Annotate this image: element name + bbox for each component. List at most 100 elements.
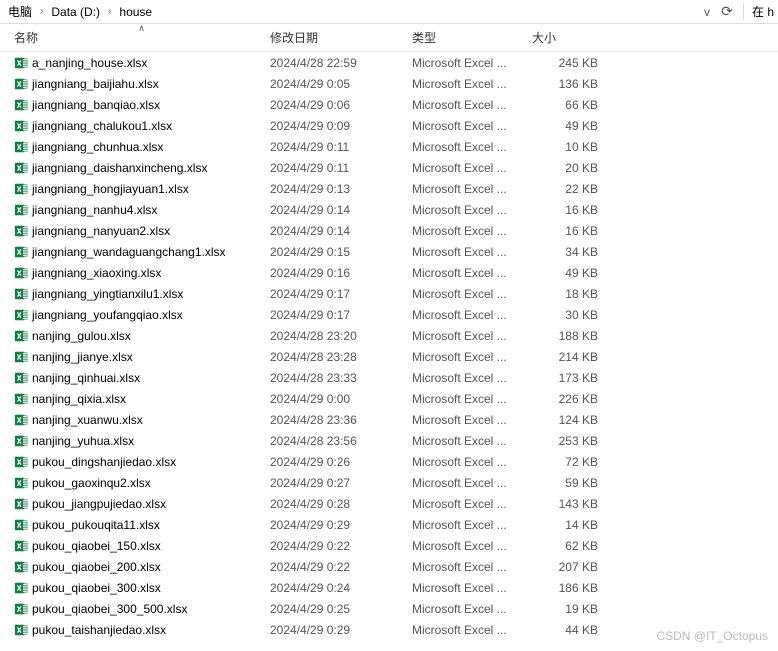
file-row[interactable]: jiangniang_nanyuan2.xlsx2024/4/29 0:14Mi…: [0, 220, 778, 241]
file-row[interactable]: nanjing_gulou.xlsx2024/4/28 23:20Microso…: [0, 325, 778, 346]
file-row[interactable]: jiangniang_chunhua.xlsx2024/4/29 0:11Mic…: [0, 136, 778, 157]
file-name-cell: a_nanjing_house.xlsx: [14, 56, 270, 70]
file-row[interactable]: jiangniang_xiaoxing.xlsx2024/4/29 0:16Mi…: [0, 262, 778, 283]
file-row[interactable]: pukou_qiaobei_300.xlsx2024/4/29 0:24Micr…: [0, 577, 778, 598]
file-name-cell: pukou_dingshanjiedao.xlsx: [14, 455, 270, 469]
file-row[interactable]: jiangniang_nanhu4.xlsx2024/4/29 0:14Micr…: [0, 199, 778, 220]
file-row[interactable]: nanjing_qinhuai.xlsx2024/4/28 23:33Micro…: [0, 367, 778, 388]
file-type-cell: Microsoft Excel ...: [412, 581, 532, 595]
xlsx-icon: [14, 56, 28, 70]
chevron-right-icon[interactable]: ›: [104, 6, 115, 17]
xlsx-icon: [14, 455, 28, 469]
file-name-cell: pukou_taishanjiedao.xlsx: [14, 623, 270, 637]
file-date-cell: 2024/4/29 0:28: [270, 497, 412, 511]
file-name-cell: jiangniang_banqiao.xlsx: [14, 98, 270, 112]
breadcrumb-item[interactable]: Data (D:): [47, 5, 104, 19]
file-row[interactable]: nanjing_qixia.xlsx2024/4/29 0:00Microsof…: [0, 388, 778, 409]
file-type-cell: Microsoft Excel ...: [412, 98, 532, 112]
column-header-name[interactable]: 名称 ∧: [14, 24, 270, 51]
file-row[interactable]: jiangniang_hongjiayuan1.xlsx2024/4/29 0:…: [0, 178, 778, 199]
file-type-cell: Microsoft Excel ...: [412, 77, 532, 91]
file-date-cell: 2024/4/29 0:17: [270, 308, 412, 322]
breadcrumb-item[interactable]: 电脑: [4, 3, 36, 20]
file-size-cell: 16 KB: [532, 203, 598, 217]
file-name-label: pukou_taishanjiedao.xlsx: [32, 623, 166, 637]
file-row[interactable]: jiangniang_wandaguangchang1.xlsx2024/4/2…: [0, 241, 778, 262]
file-row[interactable]: a_nanjing_house.xlsx2024/4/28 22:59Micro…: [0, 52, 778, 73]
file-row[interactable]: nanjing_yuhua.xlsx2024/4/28 23:56Microso…: [0, 430, 778, 451]
file-row[interactable]: jiangniang_baijiahu.xlsx2024/4/29 0:05Mi…: [0, 73, 778, 94]
file-name-cell: jiangniang_youfangqiao.xlsx: [14, 308, 270, 322]
xlsx-icon: [14, 413, 28, 427]
file-name-cell: pukou_qiaobei_150.xlsx: [14, 539, 270, 553]
chevron-right-icon[interactable]: ›: [36, 6, 47, 17]
file-date-cell: 2024/4/29 0:16: [270, 266, 412, 280]
file-row[interactable]: jiangniang_youfangqiao.xlsx 2024/4/29 0:1…: [0, 304, 778, 325]
file-type-cell: Microsoft Excel ...: [412, 287, 532, 301]
column-header-type[interactable]: 类型: [412, 24, 532, 51]
file-size-cell: 34 KB: [532, 245, 598, 259]
file-name-cell: jiangniang_xiaoxing.xlsx: [14, 266, 270, 280]
file-type-cell: Microsoft Excel ...: [412, 392, 532, 406]
file-name-label: nanjing_yuhua.xlsx: [32, 434, 134, 448]
file-type-cell: Microsoft Excel ...: [412, 308, 532, 322]
file-size-cell: 49 KB: [532, 119, 598, 133]
file-row[interactable]: jiangniang_daishanxincheng.xlsx2024/4/29…: [0, 157, 778, 178]
file-row[interactable]: pukou_gaoxinqu2.xlsx2024/4/29 0:27Micros…: [0, 472, 778, 493]
file-type-cell: Microsoft Excel ...: [412, 266, 532, 280]
file-name-label: nanjing_qinhuai.xlsx: [32, 371, 140, 385]
file-name-cell: nanjing_qinhuai.xlsx: [14, 371, 270, 385]
file-row[interactable]: pukou_pukouqita11.xlsx2024/4/29 0:29Micr…: [0, 514, 778, 535]
file-row[interactable]: jiangniang_chalukou1.xlsx2024/4/29 0:09M…: [0, 115, 778, 136]
file-name-label: jiangniang_daishanxincheng.xlsx: [32, 161, 207, 175]
refresh-button[interactable]: ⟳: [717, 2, 737, 22]
file-date-cell: 2024/4/29 0:29: [270, 518, 412, 532]
file-size-cell: 173 KB: [532, 371, 598, 385]
file-name-label: pukou_qiaobei_300_500.xlsx: [32, 602, 187, 616]
file-name-label: a_nanjing_house.xlsx: [32, 56, 147, 70]
file-row[interactable]: nanjing_xuanwu.xlsx2024/4/28 23:36Micros…: [0, 409, 778, 430]
xlsx-icon: [14, 308, 28, 322]
file-row[interactable]: pukou_jiangpujiedao.xlsx2024/4/29 0:28Mi…: [0, 493, 778, 514]
file-row[interactable]: jiangniang_banqiao.xlsx2024/4/29 0:06Mic…: [0, 94, 778, 115]
xlsx-icon: [14, 245, 28, 259]
file-row[interactable]: jiangniang_yingtianxilu1.xlsx2024/4/29 0…: [0, 283, 778, 304]
file-name-cell: nanjing_xuanwu.xlsx: [14, 413, 270, 427]
file-name-cell: jiangniang_yingtianxilu1.xlsx: [14, 287, 270, 301]
breadcrumb-item[interactable]: house: [115, 5, 156, 19]
file-date-cell: 2024/4/28 23:36: [270, 413, 412, 427]
xlsx-icon: [14, 203, 28, 217]
file-row[interactable]: pukou_qiaobei_150.xlsx2024/4/29 0:22Micr…: [0, 535, 778, 556]
file-row[interactable]: pukou_dingshanjiedao.xlsx2024/4/29 0:26M…: [0, 451, 778, 472]
file-name-label: jiangniang_banqiao.xlsx: [32, 98, 160, 112]
file-name-label: nanjing_jianye.xlsx: [32, 350, 133, 364]
xlsx-icon: [14, 77, 28, 91]
file-date-cell: 2024/4/29 0:13: [270, 182, 412, 196]
column-label: 名称: [14, 29, 38, 46]
search-area[interactable]: 在 h: [743, 3, 774, 20]
breadcrumb[interactable]: 电脑 › Data (D:) › house v ⟳ 在 h: [0, 0, 778, 24]
watermark: CSDN @IT_Octopus: [656, 629, 768, 643]
file-name-label: jiangniang_yingtianxilu1.xlsx: [32, 287, 183, 301]
file-size-cell: 44 KB: [532, 623, 598, 637]
file-size-cell: 207 KB: [532, 560, 598, 574]
file-size-cell: 253 KB: [532, 434, 598, 448]
dropdown-button[interactable]: v: [697, 2, 717, 22]
file-type-cell: Microsoft Excel ...: [412, 497, 532, 511]
file-date-cell: 2024/4/29 0:00: [270, 392, 412, 406]
xlsx-icon: [14, 602, 28, 616]
file-name-cell: jiangniang_chalukou1.xlsx: [14, 119, 270, 133]
file-name-label: jiangniang_youfangqiao.xlsx: [32, 308, 183, 322]
file-name-cell: pukou_gaoxinqu2.xlsx: [14, 476, 270, 490]
file-date-cell: 2024/4/28 23:20: [270, 329, 412, 343]
file-row[interactable]: pukou_qiaobei_300_500.xlsx2024/4/29 0:25…: [0, 598, 778, 619]
file-row[interactable]: nanjing_jianye.xlsx2024/4/28 23:28Micros…: [0, 346, 778, 367]
column-header-size[interactable]: 大小: [532, 24, 598, 51]
file-type-cell: Microsoft Excel ...: [412, 371, 532, 385]
file-date-cell: 2024/4/29 0:24: [270, 581, 412, 595]
column-header-date[interactable]: 修改日期: [270, 24, 412, 51]
file-row[interactable]: pukou_qiaobei_200.xlsx2024/4/29 0:22Micr…: [0, 556, 778, 577]
file-name-label: pukou_qiaobei_150.xlsx: [32, 539, 161, 553]
file-name-label: pukou_pukouqita11.xlsx: [32, 518, 160, 532]
file-name-label: jiangniang_chalukou1.xlsx: [32, 119, 172, 133]
